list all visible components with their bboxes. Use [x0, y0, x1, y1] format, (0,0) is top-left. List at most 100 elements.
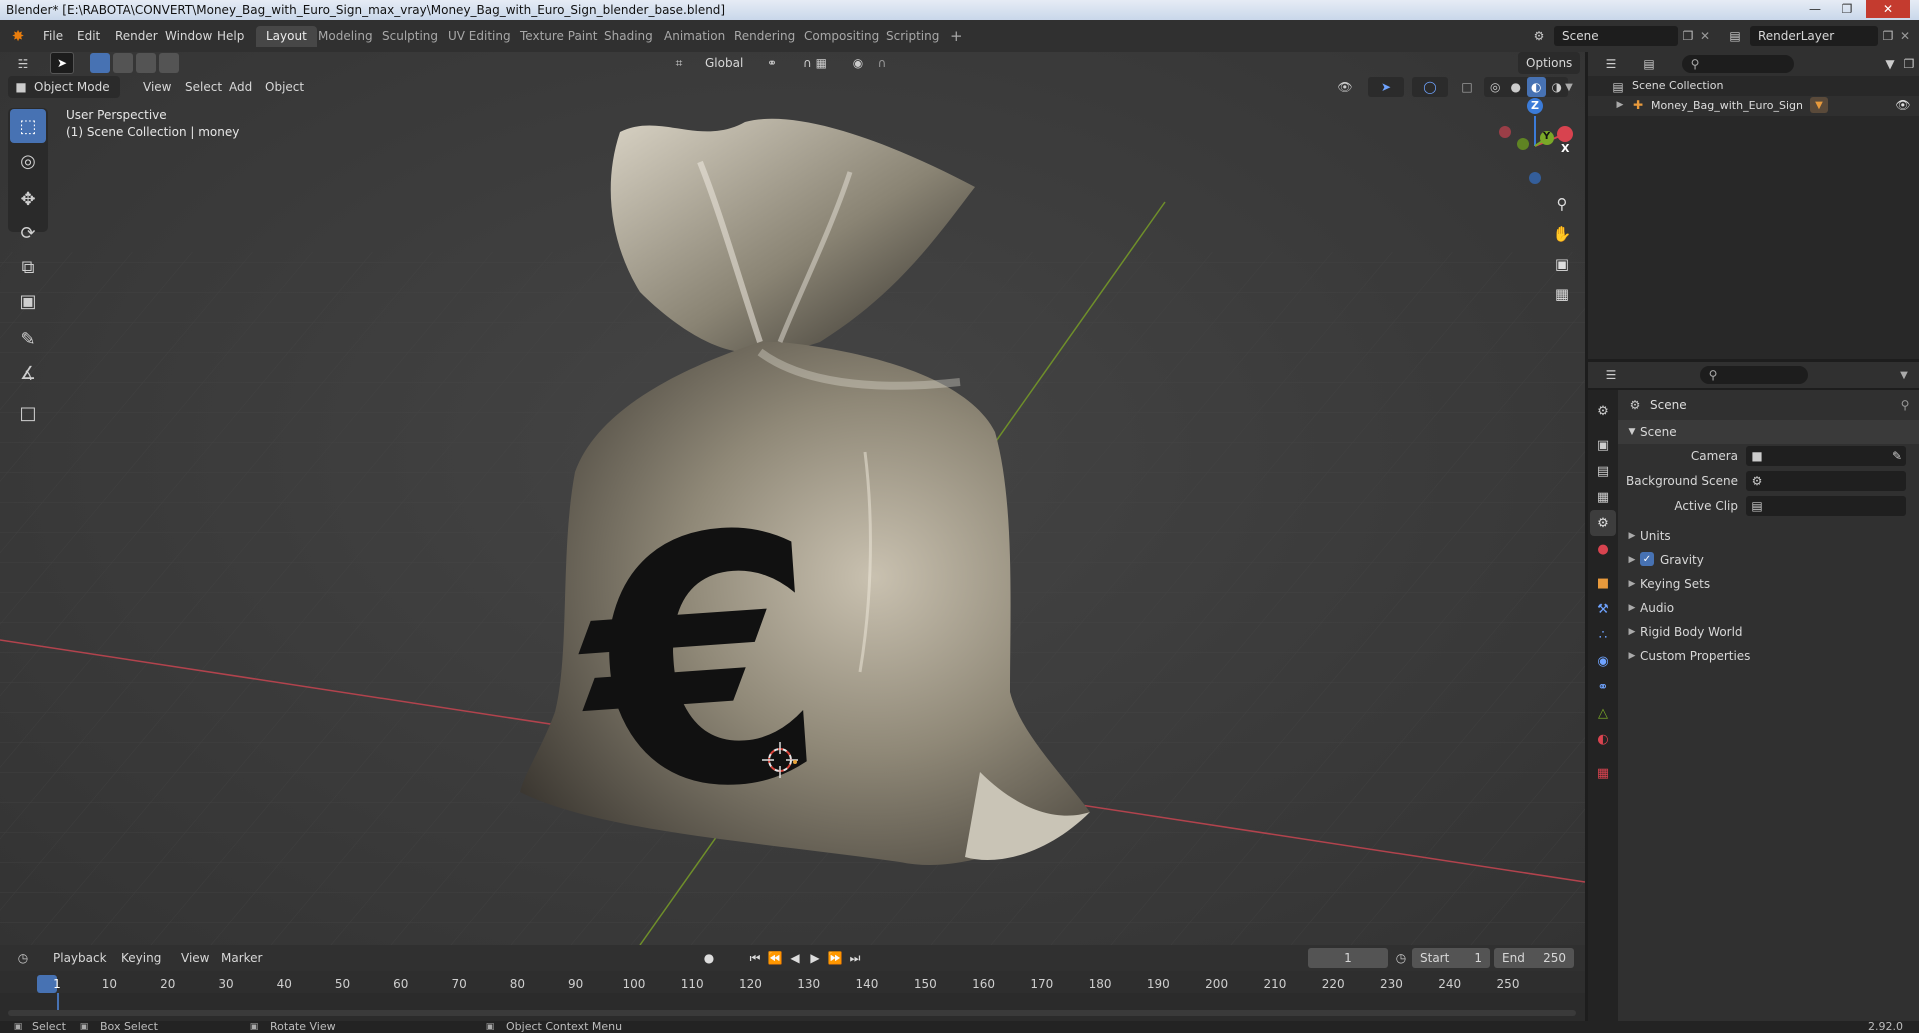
end-frame-field[interactable]: End 250 — [1494, 948, 1574, 968]
tool-tab-icon[interactable]: ⚙ — [1590, 398, 1616, 424]
blender-logo-icon[interactable]: ✸ — [8, 26, 28, 46]
panel-collapse-icon[interactable]: ▼ — [1626, 424, 1638, 440]
annotate-tool-icon[interactable]: ✎ — [10, 322, 46, 356]
menu-object[interactable]: Object — [258, 76, 311, 98]
expand-arrow-icon[interactable]: ▶ — [1614, 98, 1626, 112]
render-layer-field[interactable]: RenderLayer — [1750, 26, 1878, 46]
audio-section[interactable]: Audio — [1640, 596, 1674, 620]
tab-compositing[interactable]: Compositing — [794, 26, 889, 47]
shading-options-chevron-icon[interactable]: ▼ — [1562, 77, 1576, 97]
3d-viewport[interactable]: € X Z Y User Perspective (1) Scene Colle — [0, 52, 1585, 945]
render-tab-icon[interactable]: ▣ — [1590, 432, 1616, 458]
overlay-toggle-icon[interactable]: ◯ — [1412, 77, 1448, 97]
minimize-icon[interactable]: — — [1800, 0, 1830, 18]
object-tab-icon[interactable]: ■ — [1590, 570, 1616, 596]
camera-field[interactable] — [1746, 446, 1906, 466]
next-keyframe-icon[interactable]: ⏩ — [826, 949, 844, 967]
proportional-edit-icon[interactable]: ◉ — [848, 53, 868, 73]
xray-toggle-icon[interactable]: □ — [1456, 77, 1478, 97]
visibility-selector-icon[interactable]: 👁 — [1330, 77, 1360, 97]
zoom-icon[interactable]: ⚲ — [1548, 190, 1576, 218]
properties-options-chevron-icon[interactable]: ▼ — [1896, 366, 1912, 384]
select-mode-icon[interactable]: ➤ — [50, 52, 74, 74]
audio-expand-icon[interactable]: ▶ — [1626, 600, 1638, 616]
menu-timeline-view[interactable]: View — [174, 947, 216, 969]
scene-panel-title[interactable]: Scene — [1640, 420, 1677, 444]
gravity-expand-icon[interactable]: ▶ — [1626, 552, 1638, 568]
menu-help[interactable]: Help — [210, 27, 251, 45]
modifier-tab-icon[interactable]: ⚒ — [1590, 596, 1616, 622]
custom-properties-expand-icon[interactable]: ▶ — [1626, 648, 1638, 664]
select-box-icon[interactable]: ⬚ — [10, 109, 46, 143]
pivot-point-icon[interactable]: ⚭ — [758, 53, 786, 73]
menu-edit[interactable]: Edit — [70, 27, 107, 45]
options-dropdown[interactable]: Options — [1518, 52, 1581, 74]
tab-sculpting[interactable]: Sculpting — [372, 26, 448, 47]
output-tab-icon[interactable]: ▤ — [1590, 458, 1616, 484]
new-collection-icon[interactable]: ❐ — [1900, 55, 1918, 73]
menu-file[interactable]: File — [36, 27, 70, 45]
texture-tab-icon[interactable]: ▦ — [1590, 760, 1616, 786]
tab-uv-editing[interactable]: UV Editing — [438, 26, 521, 47]
prev-keyframe-icon[interactable]: ⏪ — [766, 949, 784, 967]
close-icon[interactable]: ✕ — [1866, 0, 1910, 18]
physics-tab-icon[interactable]: ◉ — [1590, 648, 1616, 674]
menu-playback[interactable]: Playback — [46, 947, 114, 969]
rigid-body-world-section[interactable]: Rigid Body World — [1640, 620, 1743, 644]
constraints-tab-icon[interactable]: ⚭ — [1590, 674, 1616, 700]
transform-tool-icon[interactable]: ▣ — [10, 284, 46, 318]
pin-icon[interactable]: ⚲ — [1896, 396, 1914, 414]
gizmo-toggle-icon[interactable]: ➤ — [1368, 77, 1404, 97]
add-workspace-icon[interactable]: + — [940, 26, 973, 47]
tab-scripting[interactable]: Scripting — [876, 26, 949, 47]
pan-hand-icon[interactable]: ✋ — [1548, 220, 1576, 248]
jump-start-icon[interactable]: ⏮ — [746, 949, 764, 967]
tab-shading[interactable]: Shading — [594, 26, 663, 47]
add-cube-tool-icon[interactable]: □ — [10, 396, 46, 430]
menu-add[interactable]: Add — [222, 76, 259, 98]
material-preview-icon[interactable]: ◐ — [1527, 77, 1546, 97]
outliner-editor-type-icon[interactable]: ☰ — [1596, 55, 1626, 73]
mode-new-icon[interactable] — [90, 53, 110, 73]
scale-tool-icon[interactable]: ⧉ — [10, 250, 46, 284]
scene-collection-label[interactable]: Scene Collection — [1632, 79, 1723, 92]
wireframe-shading-icon[interactable]: ◎ — [1486, 77, 1505, 97]
display-mode-icon[interactable]: ▤ — [1634, 55, 1664, 73]
falloff-icon[interactable]: ∩ — [870, 53, 894, 73]
data-tab-icon[interactable]: △ — [1590, 700, 1616, 726]
timer-icon[interactable]: ◷ — [1392, 949, 1410, 967]
maximize-icon[interactable]: ❐ — [1832, 0, 1862, 18]
measure-tool-icon[interactable]: ∡ — [10, 356, 46, 390]
play-reverse-icon[interactable]: ◀ — [786, 949, 804, 967]
timeline-scrollbar[interactable] — [8, 1010, 1576, 1016]
object-name-label[interactable]: Money_Bag_with_Euro_Sign — [1651, 99, 1803, 112]
editor-type-icon[interactable]: ☵ — [8, 53, 38, 75]
world-tab-icon[interactable]: ● — [1590, 536, 1616, 562]
mode-intersect-icon[interactable] — [159, 53, 179, 73]
gizmo-y-label[interactable]: Y — [1543, 131, 1550, 142]
camera-view-icon[interactable]: ▣ — [1548, 250, 1576, 278]
rotate-tool-icon[interactable]: ⟳ — [10, 216, 46, 250]
remove-layer-icon[interactable]: ✕ — [1898, 27, 1912, 45]
gravity-checkbox[interactable]: ✓ — [1640, 552, 1654, 566]
mode-subtract-icon[interactable] — [136, 53, 156, 73]
background-scene-field[interactable] — [1746, 471, 1906, 491]
scene-field[interactable]: Scene — [1554, 26, 1678, 46]
units-section[interactable]: Units — [1640, 524, 1671, 548]
timeline-ruler[interactable] — [0, 971, 1585, 993]
record-icon[interactable]: ● — [700, 949, 718, 967]
mode-extend-icon[interactable] — [113, 53, 133, 73]
solid-shading-icon[interactable]: ● — [1507, 77, 1526, 97]
ortho-grid-icon[interactable]: ▦ — [1548, 280, 1576, 308]
cursor-tool-icon[interactable]: ◎ — [10, 144, 46, 178]
remove-scene-icon[interactable]: ✕ — [1698, 27, 1712, 45]
jump-end-icon[interactable]: ⏭ — [846, 949, 864, 967]
new-layer-icon[interactable]: ❐ — [1880, 27, 1896, 45]
rigid-body-expand-icon[interactable]: ▶ — [1626, 624, 1638, 640]
keying-sets-section[interactable]: Keying Sets — [1640, 572, 1710, 596]
scene-selector-icon[interactable]: ⚙ — [1526, 26, 1552, 46]
gravity-section[interactable]: Gravity — [1660, 548, 1704, 572]
properties-editor-type-icon[interactable]: ☰ — [1596, 366, 1626, 384]
menu-keying[interactable]: Keying — [114, 947, 168, 969]
tab-texture-paint[interactable]: Texture Paint — [510, 26, 607, 47]
